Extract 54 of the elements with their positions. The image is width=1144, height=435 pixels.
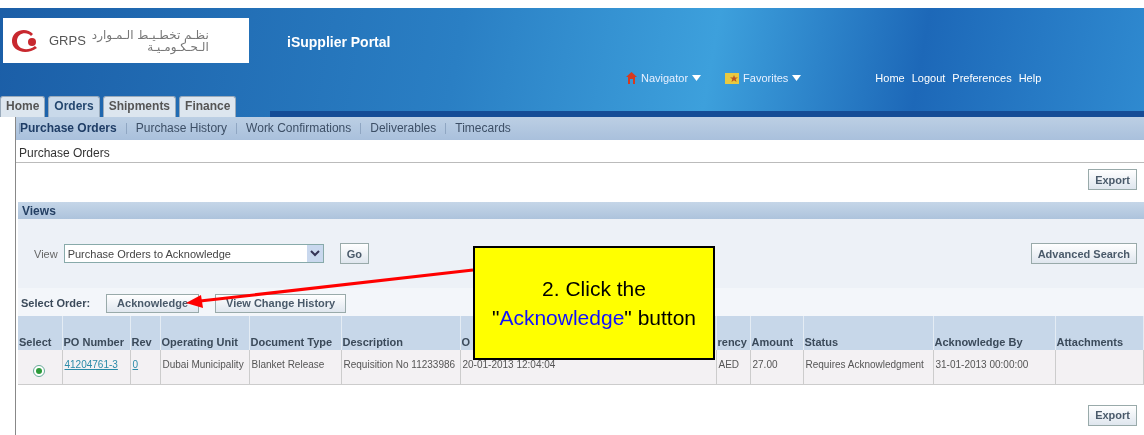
column-header: Select [19, 336, 52, 349]
radio-button[interactable] [33, 365, 45, 377]
logo-text: GRPS [49, 33, 86, 48]
header-link[interactable]: Logout [911, 72, 946, 84]
subtab[interactable]: Deliverables [360, 123, 446, 134]
dropdown-arrow-icon [792, 75, 802, 81]
column-header: Rev [131, 336, 152, 349]
column-header: Amount [751, 336, 794, 349]
column-header: Acknowledge By [934, 336, 1023, 349]
table-cell: 27.00 [750, 350, 803, 384]
table-cell: AED [716, 350, 750, 384]
column-header: Operating Unit [161, 336, 238, 349]
tab[interactable]: Finance [179, 96, 237, 117]
field-label: Select Order: [21, 297, 91, 309]
column-header: Attachments [1056, 336, 1124, 349]
app-title: iSupplier Portal [287, 34, 391, 50]
advanced-search-button[interactable]: Advanced Search [1030, 243, 1137, 264]
revision-link[interactable]: 0 [132, 359, 139, 370]
table-cell: Requisition No 11233986 [341, 350, 460, 384]
column-header: PO Number [63, 336, 124, 349]
subtab[interactable]: Purchase Orders [19, 123, 126, 134]
callout-text: 2. Click the "Acknowledge" button [490, 275, 698, 331]
field-label: View [34, 247, 58, 260]
export-button[interactable]: Export [1088, 169, 1137, 190]
table-cell: 31-01-2013 00:00:00 [933, 350, 1055, 384]
subtab[interactable]: Purchase History [125, 123, 237, 134]
toolbar-button[interactable]: Acknowledge [106, 293, 199, 313]
logo-arabic-text: نظـم تخطـيـط الـمـوارد [91, 28, 209, 41]
table-cell: Dubai Municipality [160, 350, 249, 384]
header-link[interactable]: Home [875, 72, 905, 84]
export-button[interactable]: Export [1088, 404, 1137, 426]
column-header: Description [342, 336, 403, 349]
tab[interactable]: Orders [48, 96, 100, 117]
view-dropdown[interactable]: Purchase Orders to Acknowledge [63, 244, 324, 263]
table-cell: Requires Acknowledgment [803, 350, 933, 384]
toolbar-button[interactable]: View Change History [215, 293, 347, 313]
tab[interactable]: Home [0, 96, 46, 117]
subtab[interactable]: Timecards [445, 123, 520, 134]
subtab[interactable]: Work Confirmations [236, 123, 361, 134]
logo-arabic-text: الـحـكـومـيـة [147, 40, 209, 53]
column-header: rency [717, 336, 747, 349]
table-cell: Blanket Release [249, 350, 341, 384]
header-link[interactable]: Help [1018, 72, 1042, 84]
global-menu[interactable]: Favorites [725, 72, 802, 84]
house-icon [626, 72, 637, 84]
go-button[interactable]: Go [339, 243, 369, 264]
tab[interactable]: Shipments [102, 96, 177, 117]
header-link[interactable]: Preferences [952, 72, 1012, 84]
column-header: O [461, 336, 471, 349]
column-header: Status [804, 336, 839, 349]
column-header: Document Type [250, 336, 333, 349]
page-title: Purchase Orders [16, 140, 1144, 163]
dropdown-arrow-icon [692, 75, 702, 81]
section-title: Views [22, 203, 56, 218]
